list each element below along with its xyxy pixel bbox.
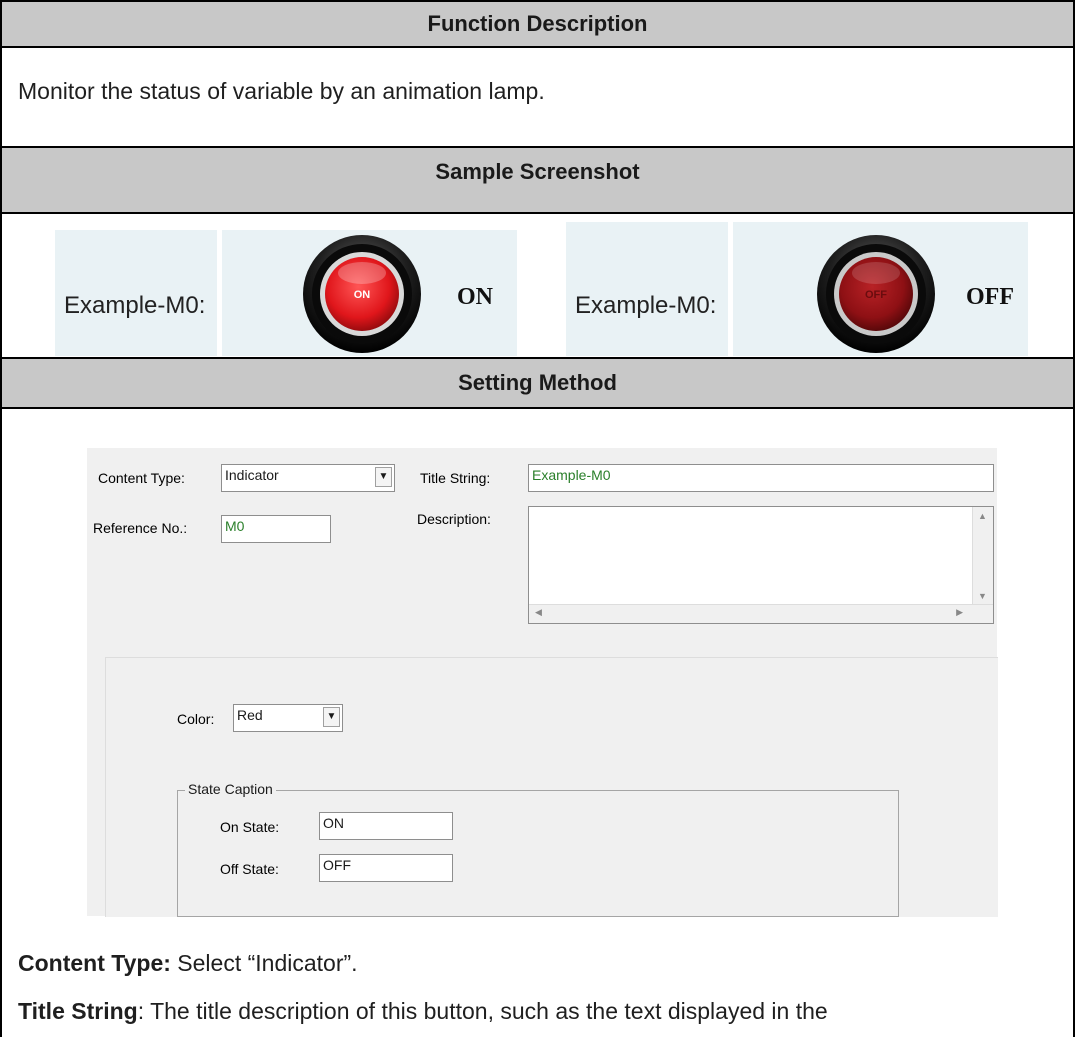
content-type-label: Content Type: xyxy=(98,470,185,486)
content-type-note-text: Select “Indicator”. xyxy=(170,950,358,976)
sample-off-state: OFF xyxy=(966,284,1014,310)
title-string-label: Title String: xyxy=(420,470,491,486)
lamp-off-text: OFF xyxy=(865,289,887,301)
content-type-value: Indicator xyxy=(225,467,279,483)
lamp-on-icon: ON xyxy=(303,235,421,353)
setting-method-header: Setting Method xyxy=(2,357,1073,409)
color-value: Red xyxy=(237,707,263,723)
on-state-field[interactable]: ON xyxy=(319,812,453,840)
title-string-field[interactable]: Example-M0 xyxy=(528,464,994,492)
title-string-note-text: : The title description of this button, … xyxy=(137,998,828,1024)
content-type-note: Content Type: Select “Indicator”. xyxy=(18,950,358,977)
sample-on-state: ON xyxy=(457,284,493,310)
function-description-title: Function Description xyxy=(427,11,648,36)
sample-screenshot-header: Sample Screenshot xyxy=(2,146,1073,214)
description-label: Description: xyxy=(417,511,491,527)
scroll-right-icon[interactable]: ▶ xyxy=(956,607,963,618)
sample-screenshot-title: Sample Screenshot xyxy=(435,159,640,184)
sample-on-label: Example-M0: xyxy=(64,292,206,319)
scroll-up-icon[interactable]: ▲ xyxy=(978,511,987,521)
sample-off-label: Example-M0: xyxy=(575,292,717,319)
description-textarea[interactable]: ▲ ▼ ◀ ▶ xyxy=(528,506,994,624)
off-state-label: Off State: xyxy=(220,861,279,877)
on-state-label: On State: xyxy=(220,819,280,835)
title-string-term: Title String xyxy=(18,998,138,1024)
title-string-note: Title String: The title description of t… xyxy=(18,998,828,1025)
chevron-down-icon[interactable]: ▼ xyxy=(323,707,340,727)
reference-no-label: Reference No.: xyxy=(93,520,188,536)
color-label: Color: xyxy=(177,711,215,727)
function-description-text: Monitor the status of variable by an ani… xyxy=(18,78,545,104)
function-description-header: Function Description xyxy=(2,0,1073,48)
description-vertical-scrollbar[interactable]: ▲ ▼ xyxy=(972,507,993,605)
scroll-down-icon[interactable]: ▼ xyxy=(978,591,987,601)
sample-off-label-cell xyxy=(566,222,728,356)
description-horizontal-scrollbar[interactable]: ◀ ▶ xyxy=(529,604,993,623)
state-caption-group xyxy=(177,790,899,917)
content-type-select[interactable]: Indicator ▼ xyxy=(221,464,395,492)
document-table: Function Description Monitor the status … xyxy=(0,0,1075,1037)
content-type-term: Content Type: xyxy=(18,950,171,976)
scroll-left-icon[interactable]: ◀ xyxy=(535,607,542,618)
reference-no-field[interactable]: M0 xyxy=(221,515,331,543)
chevron-down-icon[interactable]: ▼ xyxy=(375,467,392,487)
setting-method-title: Setting Method xyxy=(458,370,617,395)
off-state-field[interactable]: OFF xyxy=(319,854,453,882)
color-select[interactable]: Red ▼ xyxy=(233,704,343,732)
lamp-on-text: ON xyxy=(354,289,371,301)
lamp-off-icon: OFF xyxy=(817,235,935,353)
state-caption-legend: State Caption xyxy=(185,781,276,797)
